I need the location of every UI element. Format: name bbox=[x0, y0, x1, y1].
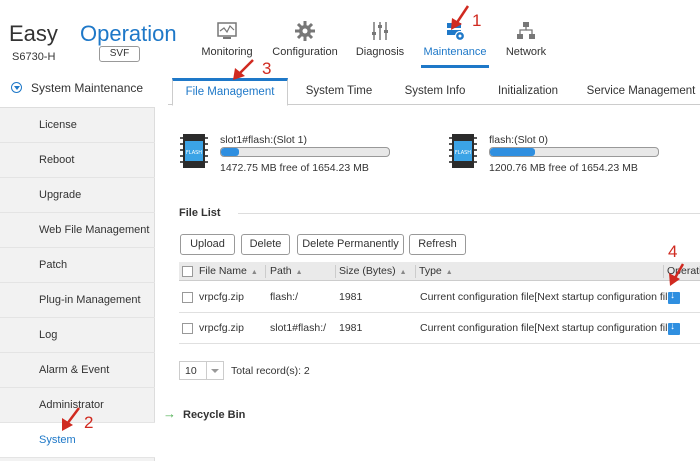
upload-button[interactable]: Upload bbox=[180, 234, 235, 255]
sidebar-item-alarm-event[interactable]: Alarm & Event bbox=[0, 353, 155, 388]
file-name-cell: vrpcfg.zip bbox=[199, 291, 244, 303]
sliders-icon bbox=[372, 22, 388, 40]
download-icon[interactable] bbox=[668, 290, 680, 304]
delete-button[interactable]: Delete bbox=[241, 234, 290, 255]
size-cell: 1981 bbox=[339, 291, 363, 303]
refresh-button[interactable]: Refresh bbox=[409, 234, 466, 255]
row-checkbox[interactable] bbox=[182, 292, 193, 303]
annotation-arrow-icon bbox=[233, 59, 254, 80]
storage-slot1: FLASH slot1#flash:(Slot 1) 1472.75 MB fr… bbox=[180, 131, 410, 175]
sidebar-item-reboot[interactable]: Reboot bbox=[0, 143, 155, 178]
storage-free-text: 1200.76 MB free of 1654.23 MB bbox=[489, 162, 638, 174]
annotation-number: 2 bbox=[84, 413, 94, 432]
sidebar-section-title: System Maintenance bbox=[31, 81, 144, 95]
nav-label: Network bbox=[505, 46, 547, 58]
chip-label: FLASH bbox=[455, 150, 471, 156]
table-row: vrpcfg.zip flash:/ 1981 Current configur… bbox=[179, 282, 700, 313]
gear-icon bbox=[295, 21, 315, 41]
collapse-chevron-icon bbox=[11, 82, 22, 93]
monitor-icon bbox=[217, 22, 237, 39]
annotation-number: 1 bbox=[472, 11, 482, 30]
row-checkbox[interactable] bbox=[182, 323, 193, 334]
file-list-title: File List bbox=[179, 207, 221, 219]
sidebar-item-license[interactable]: License bbox=[0, 108, 155, 143]
delete-permanently-button[interactable]: Delete Permanently bbox=[297, 234, 404, 255]
nav-diagnosis[interactable]: Diagnosis bbox=[354, 0, 406, 68]
device-model: S6730-H bbox=[12, 51, 56, 63]
tab-service-management[interactable]: Service Management bbox=[582, 78, 700, 105]
storage-name: flash:(Slot 0) bbox=[489, 134, 548, 146]
active-underline bbox=[421, 65, 489, 68]
page-size-value: 10 bbox=[185, 365, 197, 377]
type-cell: Current configuration file[Next startup … bbox=[420, 291, 677, 303]
sidebar-item-log[interactable]: Log bbox=[0, 318, 155, 353]
file-name-cell: vrpcfg.zip bbox=[199, 322, 244, 334]
annotation-number: 3 bbox=[262, 59, 272, 78]
nav-label: Maintenance bbox=[423, 46, 487, 58]
sidebar-item-plugin-management[interactable]: Plug-in Management bbox=[0, 283, 155, 318]
total-records: Total record(s): 2 bbox=[231, 365, 310, 377]
select-all-checkbox[interactable] bbox=[182, 266, 193, 277]
annotation-arrow-icon bbox=[62, 407, 80, 431]
table-header: File Name ▲ Path ▲ Size (Bytes) ▲ Type ▲ Ope… bbox=[179, 262, 700, 281]
sidebar-section-header[interactable]: System Maintenance bbox=[0, 68, 155, 108]
nav-configuration[interactable]: Configuration bbox=[271, 0, 339, 68]
download-icon[interactable] bbox=[668, 321, 680, 335]
chevron-down-icon bbox=[206, 362, 223, 379]
storage-name: slot1#flash:(Slot 1) bbox=[220, 134, 307, 146]
recycle-bin-link[interactable]: Recycle Bin bbox=[183, 409, 245, 421]
chip-label: FLASH bbox=[186, 150, 202, 156]
table-row: vrpcfg.zip slot1#flash:/ 1981 Current co… bbox=[179, 313, 700, 344]
nav-label: Monitoring bbox=[201, 46, 253, 58]
tab-system-info[interactable]: System Info bbox=[396, 78, 474, 105]
storage-slot0: FLASH flash:(Slot 0) 1200.76 MB free of … bbox=[449, 131, 679, 175]
col-path[interactable]: Path ▲ bbox=[270, 262, 335, 281]
annotation-arrow-icon bbox=[451, 5, 470, 30]
type-cell: Current configuration file[Next startup … bbox=[420, 322, 677, 334]
brand-easy: Easy bbox=[9, 21, 58, 46]
annotation-number: 4 bbox=[668, 242, 678, 261]
nav-label: Configuration bbox=[272, 46, 338, 58]
col-file-name[interactable]: File Name ▲ bbox=[199, 262, 265, 281]
annotation-arrow-icon bbox=[669, 263, 685, 286]
tab-system-time[interactable]: System Time bbox=[298, 78, 380, 105]
storage-usage-fill bbox=[221, 148, 240, 156]
tab-initialization[interactable]: Initialization bbox=[490, 78, 566, 105]
divider bbox=[238, 213, 700, 214]
col-type[interactable]: Type ▲ bbox=[419, 262, 663, 281]
sidebar-item-web-file-management[interactable]: Web File Management bbox=[0, 213, 155, 248]
path-cell: flash:/ bbox=[270, 291, 299, 303]
storage-usage-fill bbox=[490, 148, 536, 156]
size-cell: 1981 bbox=[339, 322, 363, 334]
arrow-right-icon: → bbox=[163, 406, 176, 421]
sidebar-item-upgrade[interactable]: Upgrade bbox=[0, 178, 155, 213]
col-size[interactable]: Size (Bytes) ▲ bbox=[339, 262, 415, 281]
flash-chip-icon: FLASH bbox=[180, 134, 208, 168]
page-size-select[interactable]: 10 bbox=[179, 361, 224, 380]
nav-network[interactable]: Network bbox=[503, 0, 549, 68]
sidebar-item-patch[interactable]: Patch bbox=[0, 248, 155, 283]
brand-operation: Operation bbox=[80, 21, 177, 46]
sidebar: System Maintenance License Reboot Upgrad… bbox=[0, 68, 155, 461]
flash-chip-icon: FLASH bbox=[449, 134, 477, 168]
storage-free-text: 1472.75 MB free of 1654.23 MB bbox=[220, 162, 369, 174]
nav-label: Diagnosis bbox=[355, 46, 405, 58]
top-header: Easy Operation S6730-H SVF Monitoring Co… bbox=[0, 0, 700, 68]
storage-usage-bar bbox=[220, 147, 390, 157]
path-cell: slot1#flash:/ bbox=[270, 322, 327, 334]
storage-usage-bar bbox=[489, 147, 659, 157]
network-topology-icon bbox=[517, 22, 535, 39]
svf-button[interactable]: SVF bbox=[99, 46, 140, 62]
